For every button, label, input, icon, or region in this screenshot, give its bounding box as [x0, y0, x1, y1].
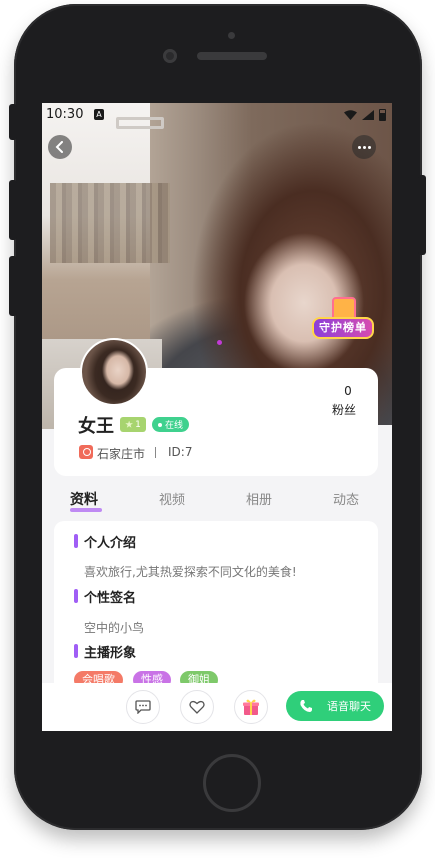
battery-icon — [379, 109, 386, 121]
photo-page-indicator — [217, 340, 222, 345]
section-marker — [74, 589, 78, 603]
intro-title: 个人介绍 — [84, 536, 137, 551]
section-marker — [74, 644, 78, 658]
section-marker — [74, 534, 78, 548]
wifi-icon — [344, 110, 357, 120]
profile-details-card: 个人介绍 喜欢旅行,尤其热爱探索不同文化的美食! 个性签名 空中的小鸟 主播形象… — [54, 521, 378, 701]
voice-chat-button[interactable]: 语音聊天 — [286, 691, 384, 721]
tab-album[interactable]: 相册 — [246, 489, 272, 508]
volume-up-button — [9, 180, 17, 240]
level-number: 1 — [135, 419, 141, 430]
notification-a-icon: A — [94, 109, 104, 120]
online-label: 在线 — [165, 421, 184, 431]
signature-title: 个性签名 — [84, 591, 137, 606]
phone-icon — [300, 700, 312, 712]
level-badge: 1 — [120, 417, 146, 432]
front-camera — [163, 49, 177, 63]
volume-down-button — [9, 256, 17, 316]
bottom-action-bar: 语音聊天 — [42, 683, 392, 731]
speaker-grille — [197, 52, 267, 60]
more-dot-icon — [357, 145, 361, 149]
tab-moments[interactable]: 动态 — [333, 489, 359, 508]
profile-name: 女王 — [78, 416, 114, 437]
app-screen: 10:30 A 守护榜单 女王 1 在线 0 粉丝 石家庄市 ID:7 资料 视… — [42, 103, 392, 731]
image-title: 主播形象 — [84, 646, 137, 661]
avatar[interactable] — [80, 338, 148, 406]
status-time: 10:30 — [46, 107, 84, 122]
signal-icon — [362, 110, 374, 120]
active-tab-indicator — [70, 508, 102, 512]
profile-tabs: 资料 视频 相册 动态 — [42, 483, 392, 517]
gift-button[interactable] — [234, 690, 268, 724]
chat-bubble-icon — [135, 700, 151, 714]
signature-text: 空中的小鸟 — [84, 621, 145, 635]
status-bar: 10:30 A — [42, 103, 392, 129]
user-id: ID:7 — [168, 445, 193, 459]
intro-text: 喜欢旅行,尤其热爱探索不同文化的美食! — [84, 565, 297, 579]
back-button[interactable] — [48, 135, 72, 159]
star-icon — [125, 420, 133, 428]
fans-count[interactable]: 0 — [338, 384, 358, 398]
voice-chat-label: 语音聊天 — [327, 700, 371, 713]
mute-switch — [9, 104, 17, 140]
chevron-left-icon — [55, 141, 63, 153]
online-status-badge: 在线 — [152, 417, 190, 432]
city-text: 石家庄市 — [97, 447, 146, 461]
gift-icon — [243, 699, 259, 715]
power-button — [418, 175, 426, 255]
guard-list-label: 守护榜单 — [312, 317, 374, 339]
home-button[interactable] — [203, 754, 261, 812]
guard-list-badge[interactable]: 守护榜单 — [312, 297, 374, 345]
tab-profile-info[interactable]: 资料 — [70, 489, 98, 509]
online-dot-icon — [158, 422, 162, 427]
status-icons — [344, 109, 386, 121]
like-button[interactable] — [180, 690, 214, 724]
tab-videos[interactable]: 视频 — [159, 489, 185, 508]
more-dot-icon — [367, 145, 371, 149]
location-icon — [79, 445, 93, 459]
more-dot-icon — [362, 145, 366, 149]
heart-icon — [189, 700, 205, 714]
message-button[interactable] — [126, 690, 160, 724]
photo-city-view — [50, 183, 170, 263]
fans-label[interactable]: 粉丝 — [332, 401, 356, 418]
more-options-button[interactable] — [352, 135, 376, 159]
proximity-sensor — [228, 32, 235, 39]
divider — [155, 447, 156, 458]
